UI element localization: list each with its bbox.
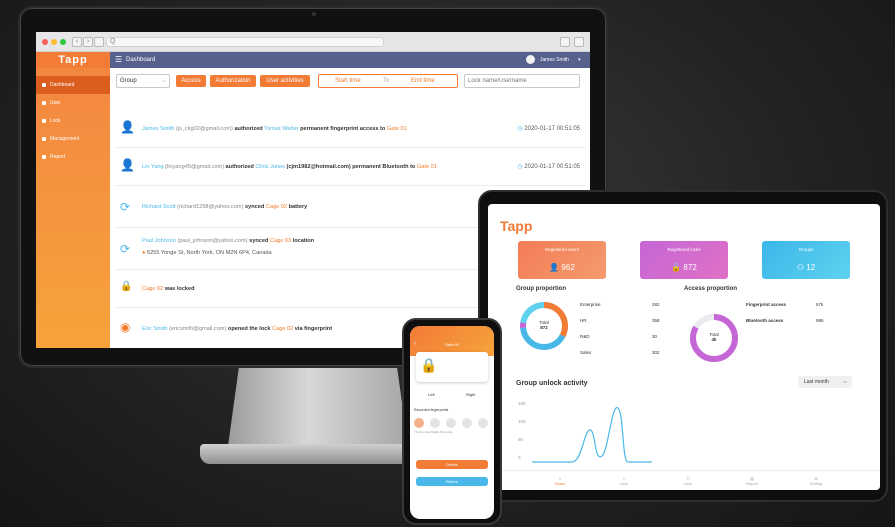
lock-card[interactable]: 🔒 (416, 352, 488, 382)
user-icon (42, 101, 46, 105)
back-icon[interactable]: ‹ (72, 37, 82, 47)
locked-icon: 🔒 (120, 281, 133, 292)
finger-thumb[interactable] (414, 418, 424, 428)
sidebar-toggle-icon[interactable] (94, 37, 104, 47)
tab-lock[interactable]: ⊓ Lock (668, 476, 708, 486)
report-icon (42, 155, 46, 159)
group-icon: ⚇ (796, 263, 805, 272)
chevron-down-icon[interactable]: ▾ (578, 52, 581, 68)
close-dot-icon[interactable] (42, 39, 48, 45)
location-pin-icon: ● (142, 250, 146, 256)
avatar[interactable] (526, 55, 535, 64)
user-authorized-icon: 👤 (120, 158, 135, 172)
browser-toolbar: ‹ › Q (36, 32, 590, 52)
page-title: Dashboard (126, 57, 156, 63)
padlock-icon: 🔒 (420, 357, 438, 373)
sync-icon: ⟳ (120, 200, 131, 214)
minimize-dot-icon[interactable] (51, 39, 57, 45)
legend-item: Sales (580, 350, 592, 355)
authorization-button[interactable]: Authorization (210, 75, 256, 87)
user-authorized-icon: 👤 (120, 120, 135, 134)
finger-ring[interactable] (462, 418, 472, 428)
lock-icon (42, 119, 46, 123)
sidebar-item-lock[interactable]: Lock (36, 112, 110, 130)
phone-device: ‹ Gate 01 🔒 Left Right Recorded fingerpr… (402, 318, 502, 525)
sync-icon: ⟳ (120, 242, 131, 256)
end-time-field[interactable]: End time (411, 75, 435, 87)
start-time-field[interactable]: Start time (335, 75, 361, 87)
tablet-device: Tapp Registered users 👤 962 Registered l… (478, 190, 888, 502)
date-range-picker[interactable]: Start time To End time (318, 74, 458, 88)
zoom-dot-icon[interactable] (60, 39, 66, 45)
legend-item: HR (580, 318, 587, 323)
tab-left-hand[interactable]: Left (428, 392, 435, 397)
sidebar-item-dashboard[interactable]: Dashboard (36, 76, 110, 94)
activity-row[interactable]: 👤 James Smith (js_ckg02@gmail.com) autho… (116, 110, 586, 148)
monitor-stand (228, 368, 408, 446)
clock-icon: ◷ (517, 164, 523, 170)
section-title: Recorded fingerprints (414, 408, 449, 412)
tablet-logo: Tapp (500, 218, 533, 234)
tab-right-hand[interactable]: Right (466, 392, 475, 397)
card-registered-users[interactable]: Registered users 👤 962 (518, 241, 606, 279)
user-icon: 👤 (549, 263, 560, 272)
group-proportion-title: Group proportion (516, 286, 566, 292)
card-groups[interactable]: Groups ⚇ 12 (762, 241, 850, 279)
lock-icon: 🔒 (671, 263, 682, 272)
sidebar-item-report[interactable]: Report (36, 148, 110, 166)
app-logo[interactable]: Tapp (36, 52, 110, 68)
card-registered-locks[interactable]: Registered locks 🔒 872 (640, 241, 728, 279)
forward-icon[interactable]: › (83, 37, 93, 47)
range-select[interactable]: Last month ⌵ (798, 376, 852, 388)
legend-item: R&D (580, 334, 590, 339)
tab-report[interactable]: ▥ Report (732, 476, 772, 486)
fingerprint-icon: ◉ (120, 320, 131, 334)
chevron-down-icon: ⌵ (161, 78, 166, 84)
unlock-line-chart (532, 407, 652, 463)
sidebar-item-user[interactable]: User (36, 94, 110, 112)
tabs-icon[interactable] (574, 37, 584, 47)
menu-icon[interactable]: ☰ (115, 52, 122, 68)
finger-middle[interactable] (446, 418, 456, 428)
chevron-down-icon: ⌵ (843, 379, 847, 385)
search-input[interactable] (464, 74, 580, 88)
legend-item: Fingerprint access (746, 302, 787, 307)
user-name[interactable]: James Smith (540, 52, 569, 68)
management-icon (42, 137, 46, 141)
phone-screen: ‹ Gate 01 🔒 Left Right Recorded fingerpr… (410, 326, 494, 519)
finger-little[interactable] (478, 418, 488, 428)
clock-icon: ◷ (517, 126, 523, 132)
tab-setting[interactable]: ⚙ Setting (796, 476, 836, 486)
group-select[interactable]: Group ⌵ (116, 74, 170, 88)
legend-item: Bluetooth access (746, 318, 784, 323)
user-activities-button[interactable]: User activities (260, 75, 310, 87)
tab-user[interactable]: ☺ User (604, 476, 644, 486)
delete-button[interactable]: Delete (416, 460, 488, 469)
tab-home[interactable]: ⌂ Home (540, 476, 580, 486)
address-bar[interactable]: Q (106, 37, 384, 47)
unlock-activity-title: Group unlock activity (516, 380, 588, 387)
top-bar: ☰ Dashboard James Smith ▾ (110, 52, 590, 68)
camera-dot (312, 12, 316, 16)
share-icon[interactable] (560, 37, 570, 47)
phone-title: Gate 01 (444, 342, 460, 347)
return-button[interactable]: Return (416, 477, 488, 486)
activity-row[interactable]: 👤 Lin Yang (linyang45@gmail.com) authori… (116, 148, 586, 186)
access-button[interactable]: Access (176, 75, 206, 87)
sidebar-item-management[interactable]: Management (36, 130, 110, 148)
finger-index[interactable] (430, 418, 440, 428)
access-proportion-title: Access proportion (684, 286, 738, 292)
tablet-screen: Tapp Registered users 👤 962 Registered l… (488, 204, 880, 490)
dashboard-icon (42, 83, 46, 87)
legend-item: Enterprise (580, 302, 601, 307)
